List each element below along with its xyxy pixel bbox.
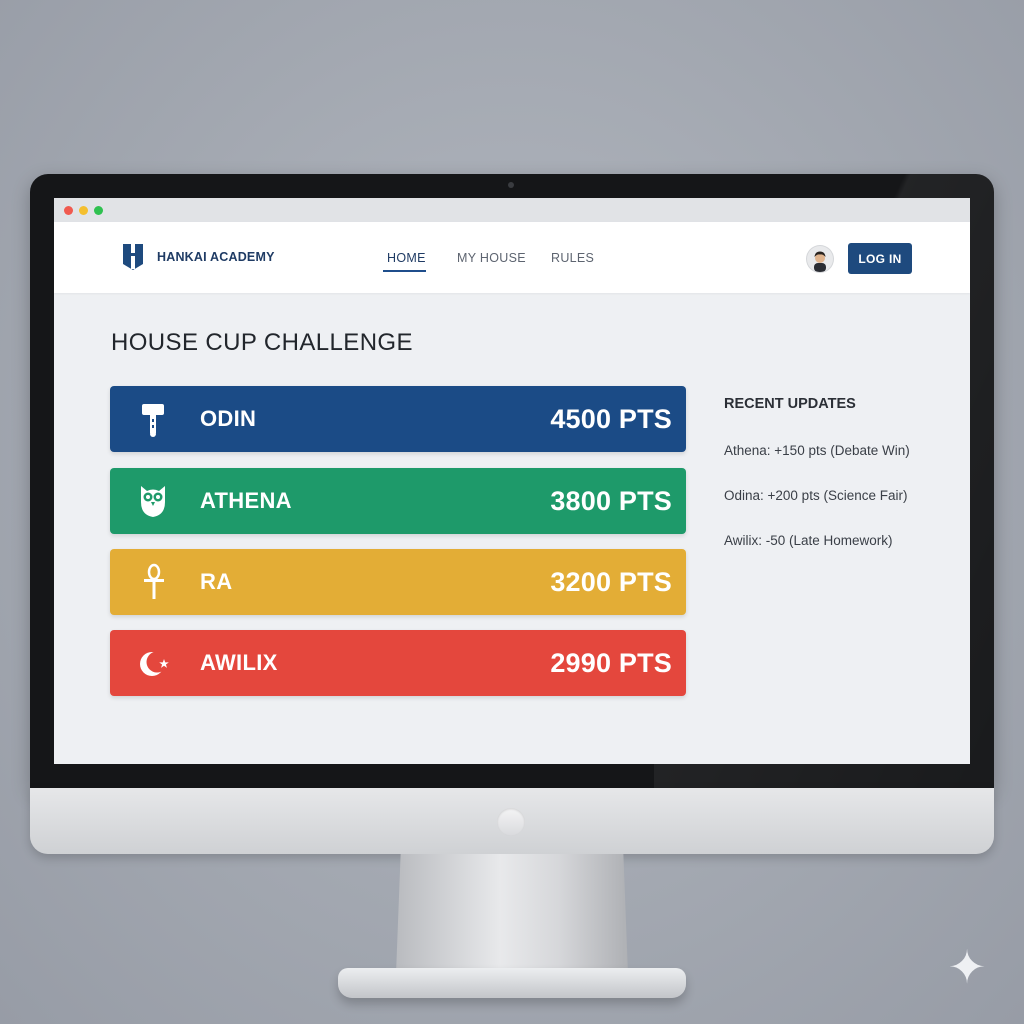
monitor-logo <box>497 808 525 836</box>
login-button[interactable]: LOG IN <box>848 243 912 274</box>
moon-star-icon <box>140 651 169 676</box>
monitor-stand <box>396 854 628 974</box>
house-name: ODIN <box>200 406 257 431</box>
update-item: Athena: +150 pts (Debate Win) <box>724 443 910 458</box>
house-points: 3200 PTS <box>550 567 672 597</box>
browser-title-bar <box>54 198 970 222</box>
maximize-dot[interactable] <box>94 205 103 215</box>
minimize-dot[interactable] <box>79 205 88 215</box>
house-points: 2990 PTS <box>550 648 672 678</box>
monitor-stand-base <box>338 968 686 998</box>
hammer-icon <box>142 404 164 437</box>
house-card-athena[interactable]: ATHENA 3800 PTS <box>110 468 686 534</box>
ankh-icon <box>144 563 164 599</box>
brand-name[interactable]: HANKAI ACADEMY <box>157 250 275 264</box>
nav-active-indicator <box>383 270 426 272</box>
sparkle-icon: ✦ <box>947 941 987 993</box>
page-title: HOUSE CUP CHALLENGE <box>111 329 413 356</box>
shield-h-icon[interactable] <box>120 242 146 272</box>
nav-my-house[interactable]: MY HOUSE <box>457 251 526 265</box>
screen: HANKAI ACADEMY HOME MY HOUSE RULES LOG I… <box>54 198 970 764</box>
top-nav: HANKAI ACADEMY HOME MY HOUSE RULES LOG I… <box>54 222 970 293</box>
house-name: AWILIX <box>200 650 278 675</box>
update-item: Awilix: -50 (Late Homework) <box>724 533 893 548</box>
house-card-ra[interactable]: RA 3200 PTS <box>110 549 686 615</box>
house-card-odin[interactable]: ODIN 4500 PTS <box>110 386 686 452</box>
close-dot[interactable] <box>64 205 73 215</box>
owl-icon <box>141 486 165 517</box>
update-item: Odina: +200 pts (Science Fair) <box>724 488 908 503</box>
house-points: 3800 PTS <box>550 486 672 516</box>
recent-updates-title: RECENT UPDATES <box>724 396 856 412</box>
user-avatar-icon[interactable] <box>807 246 833 272</box>
house-name: RA <box>200 569 233 594</box>
house-name: ATHENA <box>200 488 292 513</box>
nav-rules[interactable]: RULES <box>551 251 594 265</box>
webcam <box>508 182 514 188</box>
house-card-awilix[interactable]: AWILIX 2990 PTS <box>110 630 686 696</box>
house-points: 4500 PTS <box>550 404 672 434</box>
nav-home[interactable]: HOME <box>387 251 426 265</box>
